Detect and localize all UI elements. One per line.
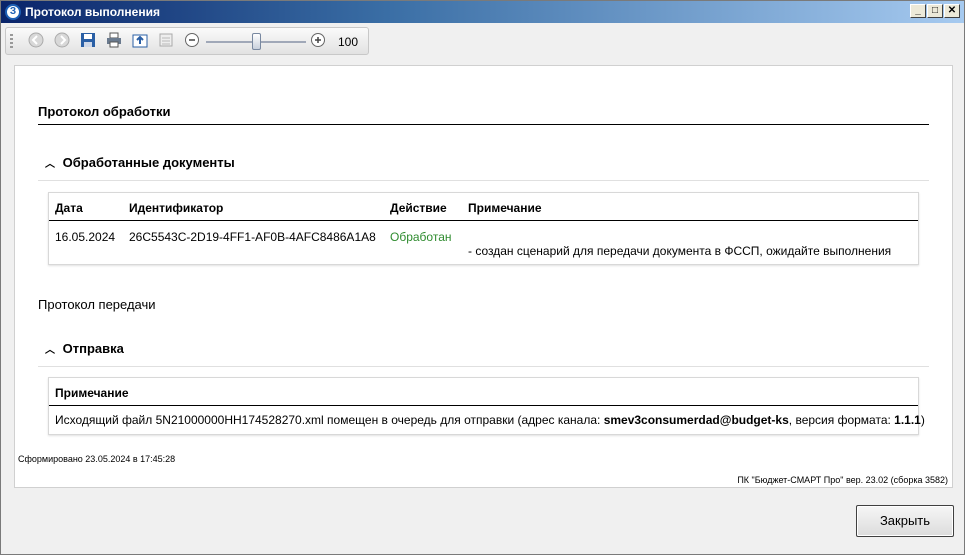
row-date: 16.05.2024 bbox=[55, 230, 116, 244]
heading-divider bbox=[38, 124, 929, 125]
send-section-title: Отправка bbox=[62, 341, 124, 356]
transfer-protocol-label: Протокол передачи bbox=[38, 297, 156, 312]
send-section-header[interactable]: ︿ Отправка bbox=[45, 341, 124, 356]
table-row: 16.05.2024 26C5543C-2D19-4FF1-AF0B-4AFC8… bbox=[49, 221, 918, 265]
close-window-button[interactable]: ✕ bbox=[944, 4, 960, 18]
chevron-up-icon[interactable]: ︿ bbox=[45, 341, 59, 356]
send-note-middle: , версия формата: bbox=[788, 413, 895, 427]
back-icon[interactable] bbox=[26, 32, 46, 52]
column-note: Примечание bbox=[55, 386, 129, 400]
maximize-button[interactable]: □ bbox=[927, 4, 943, 18]
close-button[interactable]: Закрыть bbox=[856, 505, 954, 537]
zoom-value: 100 bbox=[338, 35, 359, 49]
protocol-window: З Протокол выполнения _ □ ✕ 100 Протокол… bbox=[0, 0, 965, 555]
chevron-up-icon[interactable]: ︿ bbox=[45, 155, 59, 170]
table-header: Примечание bbox=[49, 378, 918, 406]
app-icon: З bbox=[5, 4, 21, 20]
row-action: Обработан bbox=[390, 230, 452, 244]
send-table: Примечание Исходящий файл 5N21000000HH17… bbox=[48, 377, 925, 435]
column-note: Примечание bbox=[468, 201, 542, 215]
zoom-slider-thumb[interactable] bbox=[252, 33, 261, 50]
column-date: Дата bbox=[55, 201, 83, 215]
processed-section-header[interactable]: ︿ Обработанные документы bbox=[45, 155, 235, 170]
report-viewer[interactable]: Протокол обработки ︿ Обработанные докуме… bbox=[14, 65, 953, 488]
export-icon[interactable] bbox=[130, 32, 150, 52]
format-version: 1.1.1 bbox=[894, 413, 921, 427]
title-bar: З Протокол выполнения _ □ ✕ bbox=[1, 1, 964, 23]
save-icon[interactable] bbox=[78, 32, 98, 52]
toolbar: 100 bbox=[5, 27, 369, 55]
generated-timestamp: Сформировано 23.05.2024 в 17:45:28 bbox=[18, 454, 176, 464]
column-action: Действие bbox=[390, 201, 447, 215]
column-identifier: Идентификатор bbox=[129, 201, 224, 215]
print-icon[interactable] bbox=[104, 32, 124, 52]
processed-section-title: Обработанные документы bbox=[62, 155, 235, 170]
toolbar-grip[interactable] bbox=[10, 34, 13, 50]
table-header: Дата Идентификатор Действие Примечание bbox=[49, 193, 918, 221]
send-note-prefix: Исходящий файл 5N21000000HH174528270.xml… bbox=[55, 413, 604, 427]
minimize-button[interactable]: _ bbox=[910, 4, 926, 18]
send-note: Исходящий файл 5N21000000HH174528270.xml… bbox=[55, 413, 925, 427]
zoom-in-icon[interactable] bbox=[308, 32, 328, 52]
row-identifier: 26C5543C-2D19-4FF1-AF0B-4AFC8486A1A8 bbox=[129, 230, 376, 244]
section-divider bbox=[38, 366, 929, 367]
send-note-suffix: ) bbox=[920, 413, 925, 427]
report-heading: Протокол обработки bbox=[38, 104, 171, 119]
section-divider bbox=[38, 180, 929, 181]
channel-address: smev3consumerdad@budget-ks bbox=[603, 413, 789, 427]
product-version: ПК "Бюджет-СМАРТ Про" вер. 23.02 (сборка… bbox=[737, 475, 948, 485]
page-setup-icon[interactable] bbox=[156, 32, 176, 52]
forward-icon[interactable] bbox=[52, 32, 72, 52]
zoom-out-icon[interactable] bbox=[182, 32, 202, 52]
row-note: - создан сценарий для передачи документа… bbox=[468, 244, 892, 258]
processed-documents-table: Дата Идентификатор Действие Примечание 1… bbox=[48, 192, 919, 265]
window-title: Протокол выполнения bbox=[25, 5, 160, 19]
table-row: Исходящий файл 5N21000000HH174528270.xml… bbox=[49, 406, 925, 435]
